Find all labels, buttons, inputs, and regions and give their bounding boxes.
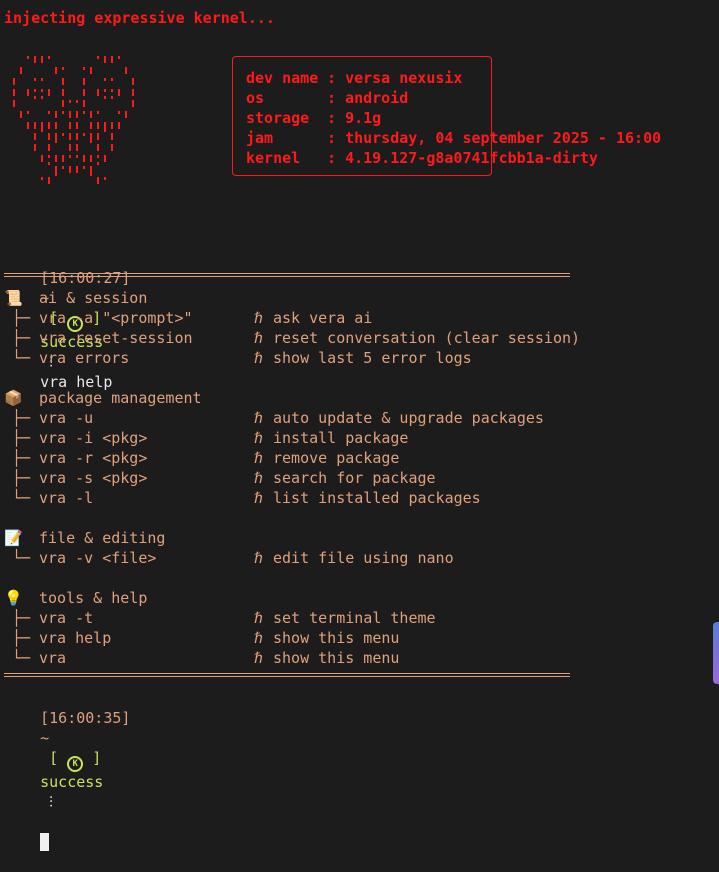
tree-branch: ├─: [12, 629, 31, 647]
sysinfo-row: storage: 9.1g: [246, 108, 381, 128]
sysinfo-value: versa nexusix: [345, 69, 463, 87]
command-description: reset conversation (clear session): [273, 329, 581, 347]
tree-branch: └─: [12, 349, 31, 367]
tree-branch: └─: [12, 649, 31, 667]
tree-branch: ├─: [12, 309, 31, 327]
memo-icon: 📝: [4, 529, 23, 547]
command-description: remove package: [273, 449, 400, 467]
command-description: set terminal theme: [273, 609, 436, 627]
separator-top: [4, 273, 570, 277]
sysinfo-key: storage: [246, 109, 310, 127]
colon: :: [327, 129, 346, 147]
sysinfo-value: thursday, 04 september 2025 - 16:00: [345, 129, 662, 147]
command-text: vra: [39, 649, 67, 667]
section-title: tools & help: [39, 589, 148, 607]
command-text: vra -s <pkg>: [39, 469, 148, 487]
sysinfo-row: kernel: 4.19.127-g8a0741fcbb1a-dirty: [246, 148, 598, 168]
command-text: vra -v <file>: [39, 549, 157, 567]
command-text: vra -i <pkg>: [39, 429, 148, 447]
command-description: ask vera ai: [273, 309, 373, 327]
arrow-glyph: ℏ: [254, 649, 264, 667]
sysinfo-value: 4.19.127-g8a0741fcbb1a-dirty: [345, 149, 598, 167]
colon: :: [327, 69, 346, 87]
command-text: vra errors: [39, 349, 130, 367]
command-text: vra help: [39, 629, 112, 647]
section-title: ai & session: [39, 289, 148, 307]
arrow-glyph: ℏ: [254, 329, 264, 347]
command-description: list installed packages: [273, 489, 481, 507]
tree-branch: └─: [12, 549, 31, 567]
tree-branch: ├─: [12, 469, 31, 487]
prompt-status: success: [40, 773, 104, 791]
command-description: install package: [273, 429, 409, 447]
sysinfo-row: os: android: [246, 88, 408, 108]
sysinfo-key: jam: [246, 129, 274, 147]
command-text: vra -r <pkg>: [39, 449, 148, 467]
command-description: auto update & upgrade packages: [273, 409, 544, 427]
tree-branch: ├─: [12, 409, 31, 427]
banner-text: injecting expressive kernel...: [4, 9, 275, 27]
colon: :: [327, 149, 346, 167]
sysinfo-key: dev name: [246, 69, 319, 87]
colon: :: [327, 89, 346, 107]
arrow-glyph: ℏ: [254, 449, 264, 467]
scroll-icon: 📜: [4, 289, 23, 307]
arrow-glyph: ℏ: [254, 409, 264, 427]
prompt-time: [16:00:35]: [40, 709, 131, 727]
sysinfo-row: dev name: versa nexusix: [246, 68, 462, 88]
command-description: show this menu: [273, 649, 400, 667]
prompt-tilde: ~: [40, 729, 50, 747]
tree-branch: ├─: [12, 609, 31, 627]
tree-branch: ├─: [12, 449, 31, 467]
tree-branch: ├─: [12, 329, 31, 347]
colon: :: [327, 109, 346, 127]
command-description: edit file using nano: [273, 549, 454, 567]
command-text: vra -a "<prompt>": [39, 309, 193, 327]
command-description: search for package: [273, 469, 436, 487]
command-description: show this menu: [273, 629, 400, 647]
section-title: package management: [39, 389, 202, 407]
arrow-glyph: ℏ: [254, 349, 264, 367]
sysinfo-key: os: [246, 89, 265, 107]
command-text: vra -l: [39, 489, 94, 507]
skull-ascii-art: [13, 56, 134, 184]
arrow-glyph: ℏ: [254, 549, 264, 567]
package-icon: 📦: [4, 389, 23, 407]
arrow-glyph: ℏ: [254, 429, 264, 447]
tree-branch: ├─: [12, 429, 31, 447]
command-text: vra -t: [39, 609, 94, 627]
prompt-time: [16:00:27]: [40, 269, 131, 287]
arrow-glyph: ℏ: [254, 629, 264, 647]
prompt-line-active[interactable]: [16:00:35] ~ [ K ] success ⫶: [4, 688, 130, 872]
side-panel-handle[interactable]: [713, 622, 719, 684]
command-description: show last 5 error logs: [273, 349, 472, 367]
k-logo-icon: K: [67, 756, 84, 772]
arrow-glyph: ℏ: [254, 489, 264, 507]
command-text: vra -u: [39, 409, 94, 427]
lightbulb-icon: 💡: [4, 589, 23, 607]
arrow-glyph: ℏ: [254, 469, 264, 487]
sysinfo-row: jam: thursday, 04 september 2025 - 16:00: [246, 128, 661, 148]
sysinfo-value: 9.1g: [345, 109, 382, 127]
separator-bottom: [4, 673, 570, 677]
text-cursor: [40, 833, 50, 851]
sysinfo-key: kernel: [246, 149, 301, 167]
section-title: file & editing: [39, 529, 166, 547]
arrow-glyph: ℏ: [254, 309, 264, 327]
tree-branch: └─: [12, 489, 31, 507]
arrow-glyph: ℏ: [254, 609, 264, 627]
command-text: vra reset-session: [39, 329, 193, 347]
sysinfo-value: android: [345, 89, 409, 107]
